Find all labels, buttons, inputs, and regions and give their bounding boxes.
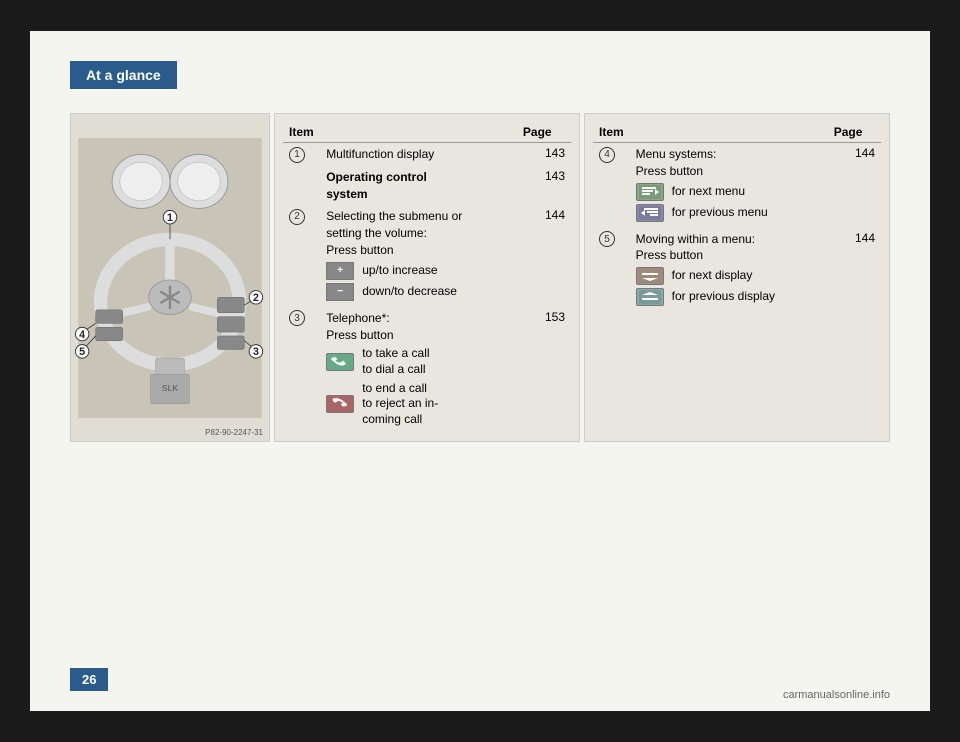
info-panel-1: Item Page 1 Multifunction display 143 [274, 113, 580, 442]
circle-2: 2 [289, 209, 305, 225]
plus-icon: + [326, 262, 354, 280]
circle-4: 4 [599, 147, 615, 163]
svg-text:4: 4 [79, 329, 85, 341]
sub-desc-prev-display: for previous display [672, 289, 775, 305]
item-num-1: 1 [283, 143, 320, 166]
item-num-3: 3 [283, 307, 320, 434]
item-page-2: 144 [517, 205, 571, 306]
sub-item-prev-menu: for previous menu [636, 204, 822, 222]
table1-item-header: Item [283, 122, 517, 143]
sub-desc-next-menu: for next menu [672, 184, 745, 200]
prev-menu-icon [636, 204, 664, 222]
svg-text:SLK: SLK [162, 383, 179, 393]
sub-desc-down: down/to decrease [362, 284, 457, 300]
item-desc-1: Multifunction display [320, 143, 517, 166]
sub-desc-call-green: to take a callto dial a call [362, 346, 429, 377]
table-row: 5 Moving within a menu:Press button [593, 228, 881, 313]
image-caption: P82-90-2247-31 [205, 428, 263, 437]
section-header: At a glance [70, 61, 177, 89]
page: At a glance [30, 31, 930, 711]
svg-text:3: 3 [253, 346, 259, 358]
sub-item-down: − down/to decrease [326, 283, 511, 301]
next-display-icon [636, 267, 664, 285]
svg-text:1: 1 [167, 212, 173, 224]
svg-text:5: 5 [79, 346, 85, 358]
item-page-4: 144 [828, 143, 881, 228]
sub-item-next-menu: for next menu [636, 183, 822, 201]
table-row: 3 Telephone*:Press button to take a call… [283, 307, 571, 434]
phone-end-icon [326, 395, 354, 413]
svg-text:2: 2 [253, 292, 259, 304]
steering-wheel-panel: 1 4 5 2 [70, 113, 270, 442]
minus-icon: − [326, 283, 354, 301]
table1-page-header: Page [517, 122, 571, 143]
item-page-5: 144 [828, 228, 881, 313]
next-menu-icon [636, 183, 664, 201]
sub-item-prev-display: for previous display [636, 288, 822, 306]
item-desc-2: Selecting the submenu orsetting the volu… [320, 205, 517, 306]
item-desc-3: Telephone*:Press button to take a callto… [320, 307, 517, 434]
item-num-5: 5 [593, 228, 630, 313]
table-row: 2 Selecting the submenu orsetting the vo… [283, 205, 571, 306]
circle-5: 5 [599, 231, 615, 247]
item-page-3: 153 [517, 307, 571, 434]
item-num-empty [283, 166, 320, 206]
ocs-label: Operating controlsystem [326, 170, 427, 201]
item-desc-4: Menu systems:Press button [630, 143, 828, 228]
table2-item-header: Item [593, 122, 828, 143]
table2-page-header: Page [828, 122, 881, 143]
steering-wheel-image: 1 4 5 2 [75, 138, 265, 418]
item-num-2: 2 [283, 205, 320, 306]
info-panel-2: Item Page 4 Menu systems:Press button [584, 113, 890, 442]
sub-item-call-green: to take a callto dial a call [326, 346, 511, 377]
sub-desc-prev-menu: for previous menu [672, 205, 768, 221]
item-page-ocs: 143 [517, 166, 571, 206]
table-row: Operating controlsystem 143 [283, 166, 571, 206]
item-num-4: 4 [593, 143, 630, 228]
page-number: 26 [70, 668, 108, 691]
prev-display-icon [636, 288, 664, 306]
watermark: carmanualsonline.info [783, 689, 890, 701]
sub-item-call-red: to end a callto reject an in-coming call [326, 381, 511, 428]
item-page-1: 143 [517, 143, 571, 166]
table-row: 1 Multifunction display 143 [283, 143, 571, 166]
sub-item-next-display: for next display [636, 267, 822, 285]
phone-answer-icon [326, 353, 354, 371]
circle-1: 1 [289, 147, 305, 163]
table-row: 4 Menu systems:Press button [593, 143, 881, 228]
table-2: Item Page 4 Menu systems:Press button [593, 122, 881, 312]
item-desc-5: Moving within a menu:Press button [630, 228, 828, 313]
circle-3: 3 [289, 310, 305, 326]
sub-item-up: + up/to increase [326, 262, 511, 280]
sub-desc-up: up/to increase [362, 263, 437, 279]
table-1: Item Page 1 Multifunction display 143 [283, 122, 571, 433]
sub-desc-next-display: for next display [672, 268, 753, 284]
content-area: 1 4 5 2 [70, 113, 890, 442]
sub-desc-call-red: to end a callto reject an in-coming call [362, 381, 438, 428]
item-desc-ocs: Operating controlsystem [320, 166, 517, 206]
